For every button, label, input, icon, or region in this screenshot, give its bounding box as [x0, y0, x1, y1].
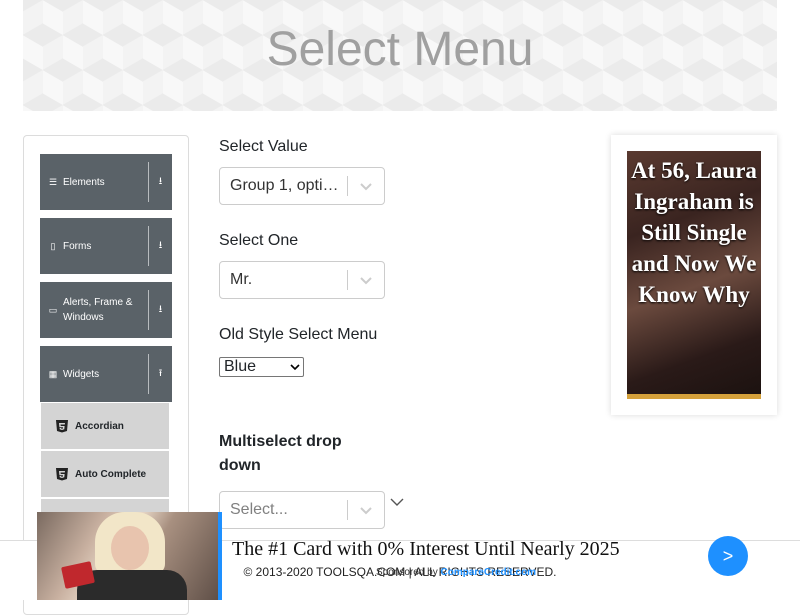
html5-icon — [56, 468, 68, 481]
chevron-down-icon — [287, 363, 303, 371]
ad-sponsor: Sponsored by CompareCredit.com — [376, 567, 536, 578]
sidebar-item-label: Accordian — [75, 420, 124, 432]
ad-accent-stripe — [218, 512, 222, 600]
sponsored-prefix: Sponsored by — [376, 567, 438, 578]
select-value-current: Group 1, option 1 — [230, 177, 347, 194]
ad-next-button[interactable]: > — [708, 536, 748, 576]
sidebar-item-label: Auto Complete — [75, 468, 147, 480]
window-icon: ▭ — [48, 304, 58, 315]
ad-headline: At 56, Laura Ingraham is Still Single an… — [631, 158, 757, 307]
list-icon: ☰ — [48, 176, 58, 187]
old-style-label: Old Style Select Menu — [219, 326, 378, 343]
page-title: Select Menu — [266, 23, 534, 76]
chevron-down-icon[interactable] — [348, 273, 384, 287]
select-value-dropdown[interactable]: Group 1, option 1 — [219, 167, 385, 205]
ad-photo-body — [77, 570, 187, 600]
ad-image[interactable]: At 56, Laura Ingraham is Still Single an… — [627, 151, 761, 399]
expand-icon[interactable]: ⭳ — [149, 174, 172, 191]
file-icon: ▯ — [50, 240, 56, 251]
select-one-dropdown[interactable]: Mr. — [219, 261, 385, 299]
sidebar-group-alerts[interactable]: ▭ Alerts, Frame & Windows ⭳ — [40, 282, 172, 338]
chevron-down-icon — [390, 498, 404, 506]
sidebar-group-label: Alerts, Frame & Windows — [63, 297, 133, 323]
old-style-select[interactable]: Blue — [219, 357, 304, 377]
sidebar-group-widgets[interactable]: ▦ Widgets ⭱ — [40, 346, 172, 402]
sidebar-group-label: Widgets — [63, 368, 100, 380]
collapse-icon[interactable]: ⭱ — [149, 366, 172, 383]
ad-title[interactable]: The #1 Card with 0% Interest Until Nearl… — [232, 538, 620, 561]
ad-photo[interactable] — [37, 512, 218, 600]
select-value-label: Select Value — [219, 138, 308, 155]
select-one-current: Mr. — [230, 271, 253, 288]
sidebar-group-forms[interactable]: ▯ Forms ⭳ — [40, 218, 172, 274]
page-banner: Select Menu — [23, 0, 777, 111]
sidebar-group-elements[interactable]: ☰ Elements ⭳ — [40, 154, 172, 210]
old-style-current: Blue — [224, 358, 257, 375]
multiselect-label: Multiselect drop down — [219, 433, 342, 474]
bottom-advertisement[interactable]: The #1 Card with 0% Interest Until Nearl… — [37, 512, 800, 600]
expand-icon[interactable]: ⭳ — [149, 302, 172, 319]
sponsor-link[interactable]: CompareCredit.com — [441, 567, 537, 578]
chevron-down-icon[interactable] — [348, 179, 384, 193]
select-one-label: Select One — [219, 232, 299, 249]
side-advertisement[interactable]: At 56, Laura Ingraham is Still Single an… — [611, 135, 777, 415]
grid-icon: ▦ — [48, 368, 58, 379]
expand-icon[interactable]: ⭳ — [149, 238, 172, 255]
sidebar-item-auto-complete[interactable]: Auto Complete — [41, 451, 169, 497]
ad-photo-face — [111, 526, 149, 570]
sidebar-group-label: Forms — [63, 240, 92, 252]
sidebar-item-accordian[interactable]: Accordian — [41, 403, 169, 449]
sidebar-group-label: Elements — [63, 176, 105, 188]
html5-icon — [56, 420, 68, 433]
